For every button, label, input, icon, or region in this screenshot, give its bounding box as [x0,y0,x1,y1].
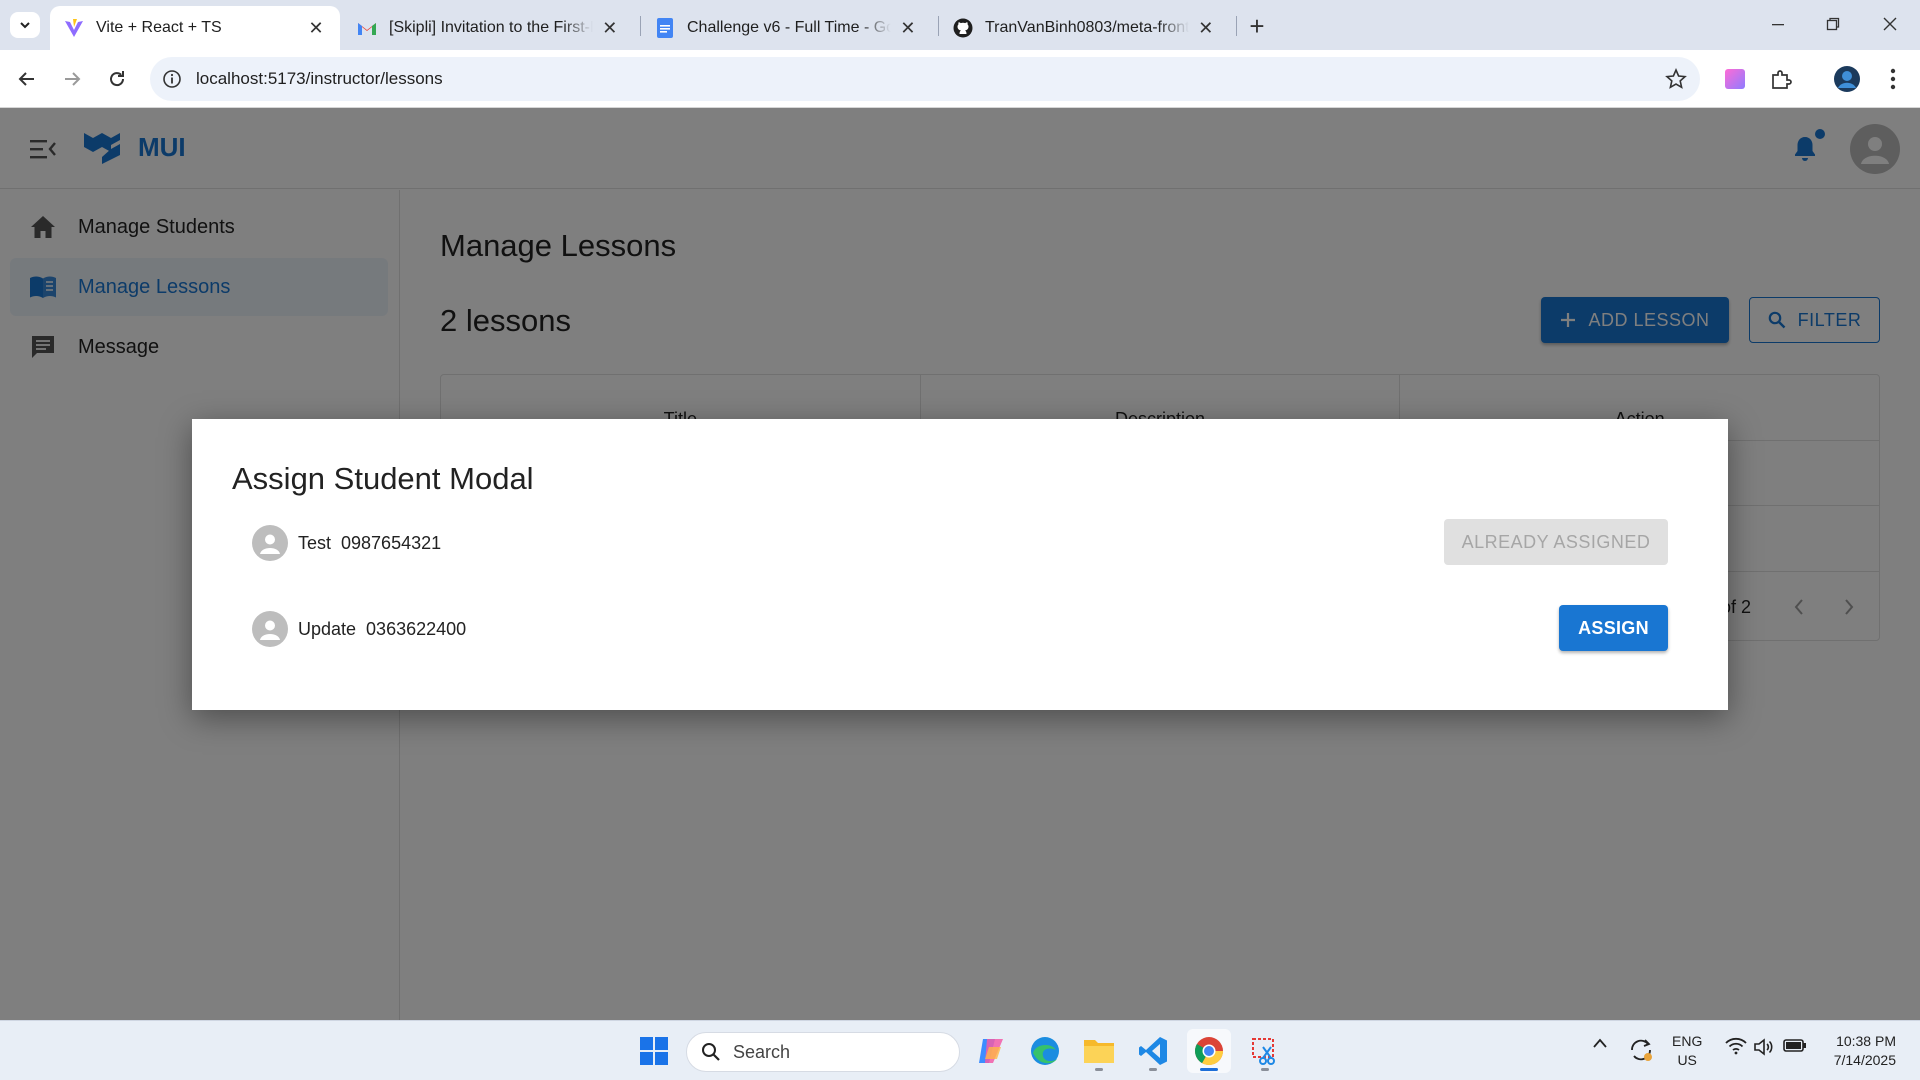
battery-button[interactable] [1780,1037,1810,1053]
running-indicator [1149,1068,1157,1071]
wifi-icon [1725,1037,1747,1055]
reload-icon [110,71,125,87]
browser-tab-gmail[interactable]: [Skipli] Invitation to the First-Ro ✕ [343,6,633,50]
extensions-puzzle-icon[interactable] [1766,64,1796,94]
system-clock[interactable]: 10:38 PM 7/14/2025 [1820,1032,1896,1070]
network-button[interactable] [1722,1037,1750,1055]
site-info-icon[interactable] [150,57,194,101]
browser-tab-label: Challenge v6 - Full Time - Goog [687,19,891,36]
student-avatar [252,525,288,561]
chevron-down-icon [20,22,30,29]
close-icon[interactable]: ✕ [306,18,326,38]
browser-tabstrip: Vite + React + TS ✕ [Skipli] Invitation … [0,0,1920,50]
tab-search-button[interactable] [10,12,40,38]
arrow-right-icon [65,72,81,86]
person-icon [260,620,280,640]
chevron-up-icon [1593,1038,1607,1048]
tab-separator [1236,16,1237,36]
arrow-left-icon [18,72,34,86]
taskbar-app-file-explorer[interactable] [1077,1029,1121,1073]
close-icon[interactable]: ✕ [899,18,917,38]
restore-button[interactable] [1805,6,1861,42]
google-docs-icon [655,18,675,38]
profile-avatar-icon[interactable] [1832,64,1862,94]
clock-date: 7/14/2025 [1833,1052,1896,1068]
browser-tab-github[interactable]: TranVanBinh0803/meta-fronten ✕ [939,6,1229,50]
new-tab-button[interactable]: + [1243,10,1271,41]
show-hidden-icons-button[interactable] [1588,1037,1612,1049]
taskbar-search[interactable]: Search [686,1032,960,1072]
chrome-icon [1195,1037,1223,1065]
browser-tab-label: TranVanBinh0803/meta-fronten [985,19,1189,36]
plus-icon: + [1249,10,1265,41]
keyboard-layout: US [1677,1052,1697,1068]
restore-icon [1826,17,1840,31]
browser-tab-label: Vite + React + TS [96,19,222,36]
battery-icon [1783,1039,1806,1052]
speaker-icon [1754,1038,1773,1056]
close-icon [1883,17,1897,31]
forward-button[interactable] [55,62,89,96]
gmail-icon [357,18,377,38]
student-name: Update [298,618,357,639]
browser-toolbar: localhost:5173/instructor/lessons [0,50,1920,108]
copilot-icon [979,1039,1003,1063]
close-icon[interactable]: ✕ [1197,18,1215,38]
browser-tab-vite[interactable]: Vite + React + TS ✕ [50,6,340,50]
screen: Vite + React + TS ✕ [Skipli] Invitation … [0,0,1920,1080]
taskbar-app-snipping-tool[interactable] [1243,1029,1287,1073]
student-list-item: Update 0363622400 ASSIGN [252,605,1668,653]
more-vert-icon[interactable] [1878,64,1908,94]
assign-student-modal: Assign Student Modal Test 0987654321 ALR… [192,419,1728,710]
folder-icon [1084,1040,1114,1063]
url-text: localhost:5173/instructor/lessons [196,69,443,88]
sync-icon [1631,1039,1652,1061]
running-indicator [1261,1068,1269,1071]
person-icon [260,534,280,554]
extension-gradient-icon[interactable] [1720,64,1750,94]
minimize-icon [1772,24,1784,26]
clock-time: 10:38 PM [1836,1033,1896,1049]
browser-tab-label: [Skipli] Invitation to the First-Ro [389,19,593,36]
running-indicator [1200,1068,1218,1071]
taskbar-app-copilot[interactable] [969,1029,1013,1073]
student-phone: 0363622400 [366,618,467,639]
edge-icon [1031,1037,1059,1065]
search-placeholder: Search [733,1041,791,1062]
windows-logo-icon [640,1037,668,1065]
assign-button[interactable]: ASSIGN [1559,605,1668,651]
address-bar[interactable]: localhost:5173/instructor/lessons [150,57,1700,101]
reload-button[interactable] [100,62,134,96]
taskbar: Search ENG US 10:38 PM 7/14/2025 [0,1020,1920,1080]
running-indicator [1095,1068,1103,1071]
github-icon [953,18,973,38]
student-list-item: Test 0987654321 ALREADY ASSIGNED [252,519,1668,567]
snipping-tool-icon [1252,1038,1275,1065]
taskbar-app-vscode[interactable] [1131,1029,1175,1073]
vscode-icon [1139,1037,1167,1065]
close-window-button[interactable] [1862,6,1918,42]
already-assigned-button: ALREADY ASSIGNED [1444,519,1668,565]
modal-title: Assign Student Modal [232,461,534,496]
sync-tray-icon[interactable] [1626,1037,1656,1063]
student-name: Test [298,532,332,553]
student-avatar [252,611,288,647]
bookmark-star-icon[interactable] [1664,67,1688,96]
taskbar-app-edge[interactable] [1023,1029,1067,1073]
browser-tab-docs[interactable]: Challenge v6 - Full Time - Goog ✕ [641,6,931,50]
language-code: ENG [1672,1033,1703,1049]
start-button[interactable] [632,1029,676,1073]
input-language-indicator[interactable]: ENG US [1672,1032,1702,1070]
search-icon [701,1042,721,1062]
vite-icon [64,18,84,38]
student-phone: 0987654321 [341,532,442,553]
minimize-button[interactable] [1750,6,1806,42]
volume-button[interactable] [1750,1037,1778,1057]
back-button[interactable] [10,62,44,96]
taskbar-app-chrome[interactable] [1187,1029,1231,1073]
close-icon[interactable]: ✕ [601,18,619,38]
